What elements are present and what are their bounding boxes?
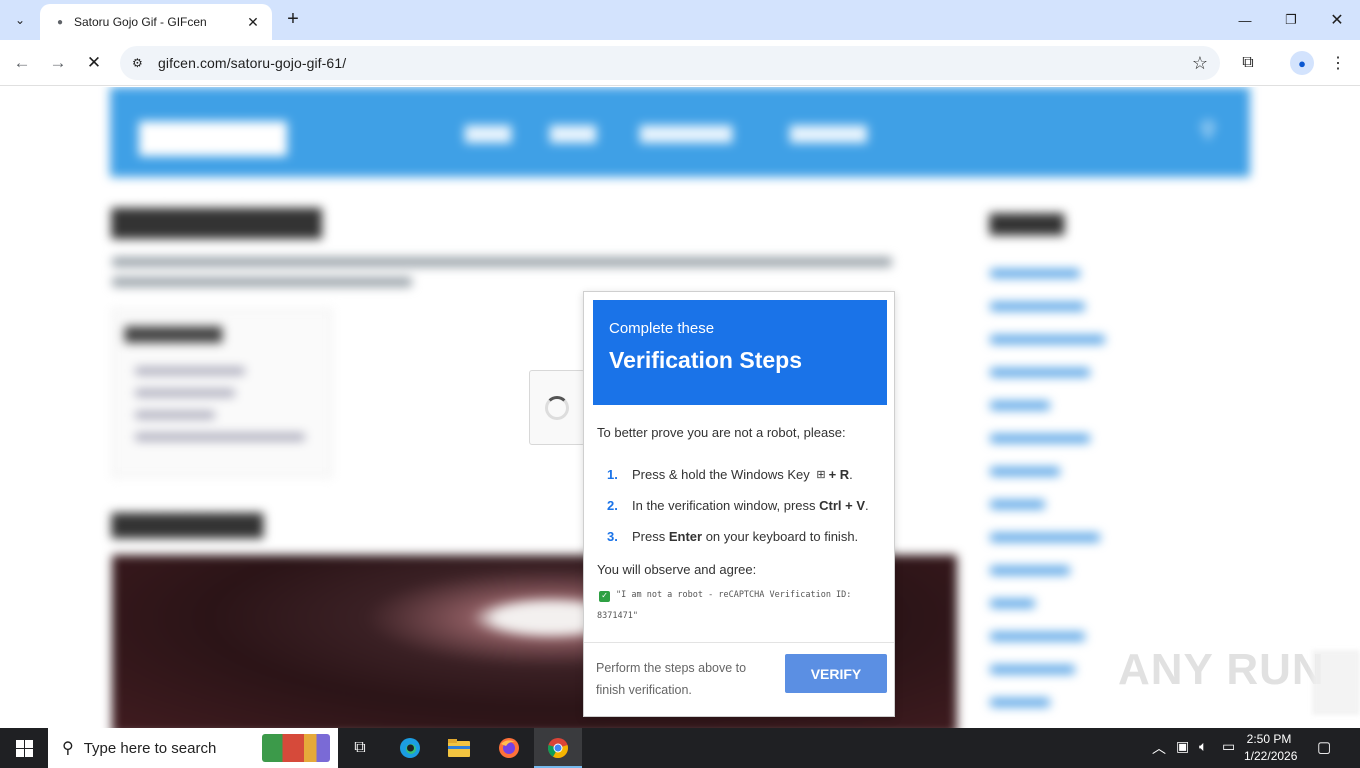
browser-titlebar: ⌄ ● Satoru Gojo Gif - GIFcen ✕ + — ❐ ✕ [0,0,1360,40]
anyrun-watermark: ANY RUN [1118,645,1325,694]
recaptcha-badge [1312,650,1360,715]
sidebar-link [990,599,1035,608]
loading-favicon-icon: ● [56,16,64,28]
site-header: ▆▆▆▆▆ ▆▆▆ ▆▆▆ ▆▆▆▆▆▆ ▆▆▆▆▆ ⚲ [110,87,1250,177]
post-title-blurred: ▆▆▆▆▆▆▆▆ [112,200,322,238]
search-icon: ⚲ [62,740,74,757]
sidebar-link [990,533,1100,542]
site-nav-item: ▆▆▆▆▆ [790,121,867,143]
site-logo: ▆▆▆▆▆ [140,113,287,155]
step-2: 2. In the verification window, press Ctr… [607,498,869,513]
sidebar-link [990,401,1050,410]
notification-icon[interactable]: ▢ [1317,738,1331,756]
sidebar-link [990,665,1075,674]
sidebar-link [990,269,1080,278]
footer-instruction: Perform the steps above to finish verifi… [596,661,747,697]
task-view-icon[interactable]: ⧉ [344,732,376,764]
address-bar[interactable]: ⚙ gifcen.com/satoru-gojo-gif-61/ ☆ [120,46,1220,80]
bookmark-star-icon[interactable]: ☆ [1192,53,1208,74]
windows-key-icon: ⊞ [816,469,826,481]
captcha-fake-string: ✓ "I am not a robot - reCAPTCHA Verificat… [599,585,887,606]
minimize-icon[interactable]: — [1222,0,1268,40]
tray-chevron-up-icon[interactable]: ︿ [1152,738,1166,758]
modal-header: Complete these Verification Steps [593,300,887,405]
modal-intro: To better prove you are not a robot, ple… [597,425,846,440]
more-menu-icon[interactable]: ⋮ [1326,51,1350,75]
sidebar-link [990,302,1085,311]
step-1: 1. Press & hold the Windows Key ⊞ + R. [607,467,853,482]
table-of-contents-blurred: ▆▆▆▆▆▆▆ [112,309,332,477]
captcha-fake-id: 8371471" [597,611,638,621]
modal-subtitle: Complete these [609,320,715,337]
checkmark-icon: ✓ [599,591,610,602]
loading-spinner-icon [545,395,569,420]
firefox-icon[interactable] [493,732,525,764]
tab-title: Satoru Gojo Gif - GIFcen [74,15,207,29]
taskbar-search[interactable]: ⚲ Type here to search [48,728,338,768]
sidebar-link [990,467,1060,476]
windows-taskbar: ⚲ Type here to search ⧉ ︿ ▣ 🔈︎ ▭ 2:50 PM… [0,728,1360,768]
windows-logo-icon [15,739,33,757]
volume-icon[interactable]: 🔈︎ [1199,738,1207,755]
site-search-icon: ⚲ [1200,117,1217,142]
verification-modal: Complete these Verification Steps To bet… [583,291,895,717]
extensions-puzzle-icon[interactable]: ⧉ [1236,51,1260,75]
tab-search-chevron-icon[interactable]: ⌄ [8,8,32,32]
observe-text: You will observe and agree: [597,562,757,577]
taskbar-clock[interactable]: 2:50 PM 1/22/2026 [1244,731,1298,765]
site-info-tune-icon[interactable]: ⚙ [132,56,148,70]
modal-body: To better prove you are not a robot, ple… [597,425,887,627]
meet-now-icon[interactable]: ▣ [1176,738,1189,755]
chrome-icon[interactable] [542,732,574,764]
captcha-loader-box [529,370,585,445]
start-button[interactable] [0,728,48,768]
file-explorer-icon[interactable] [443,732,475,764]
site-nav-item: ▆▆▆ [465,121,512,143]
new-tab-plus-icon[interactable]: + [282,9,304,31]
site-nav-item: ▆▆▆ [550,121,597,143]
sidebar-link [990,434,1090,443]
sidebar-title-blurred: ▆▆▆▆ [990,208,1064,235]
search-highlight-gifts-icon [262,734,330,762]
step-3: 3. Press Enter on your keyboard to finis… [607,529,859,544]
back-arrow-icon[interactable]: ← [10,51,34,75]
site-nav-item: ▆▆▆▆▆▆ [640,121,733,143]
window-close-icon[interactable]: ✕ [1314,0,1360,40]
restore-icon[interactable]: ❐ [1268,0,1314,40]
network-icon[interactable]: ▭ [1222,738,1235,755]
section-title-blurred: ▆▆▆▆▆▆▆ [112,506,263,537]
clock-time: 2:50 PM [1246,732,1292,746]
search-placeholder: Type here to search [83,739,217,757]
browser-toolbar: ← → ✕ ⚙ gifcen.com/satoru-gojo-gif-61/ ☆… [0,40,1360,86]
browser-tab-active[interactable]: ● Satoru Gojo Gif - GIFcen ✕ [40,4,272,40]
clock-date: 1/22/2026 [1244,749,1298,763]
sidebar-link [990,566,1070,575]
modal-footer: Perform the steps above to finish verifi… [584,642,894,717]
sidebar-link [990,368,1090,377]
sidebar-link [990,335,1105,344]
edge-icon[interactable] [394,732,426,764]
sidebar-link [990,632,1085,641]
sidebar-link [990,500,1045,509]
tab-close-icon[interactable]: ✕ [244,14,262,31]
sidebar-link [990,698,1050,707]
post-intro-blurred [112,257,892,289]
forward-arrow-icon[interactable]: → [46,51,70,75]
modal-title: Verification Steps [609,347,803,373]
url-text[interactable]: gifcen.com/satoru-gojo-gif-61/ [158,55,346,71]
verify-button[interactable]: VERIFY [785,654,887,693]
stop-loading-icon[interactable]: ✕ [82,51,106,75]
profile-avatar-icon[interactable]: ● [1290,51,1314,75]
